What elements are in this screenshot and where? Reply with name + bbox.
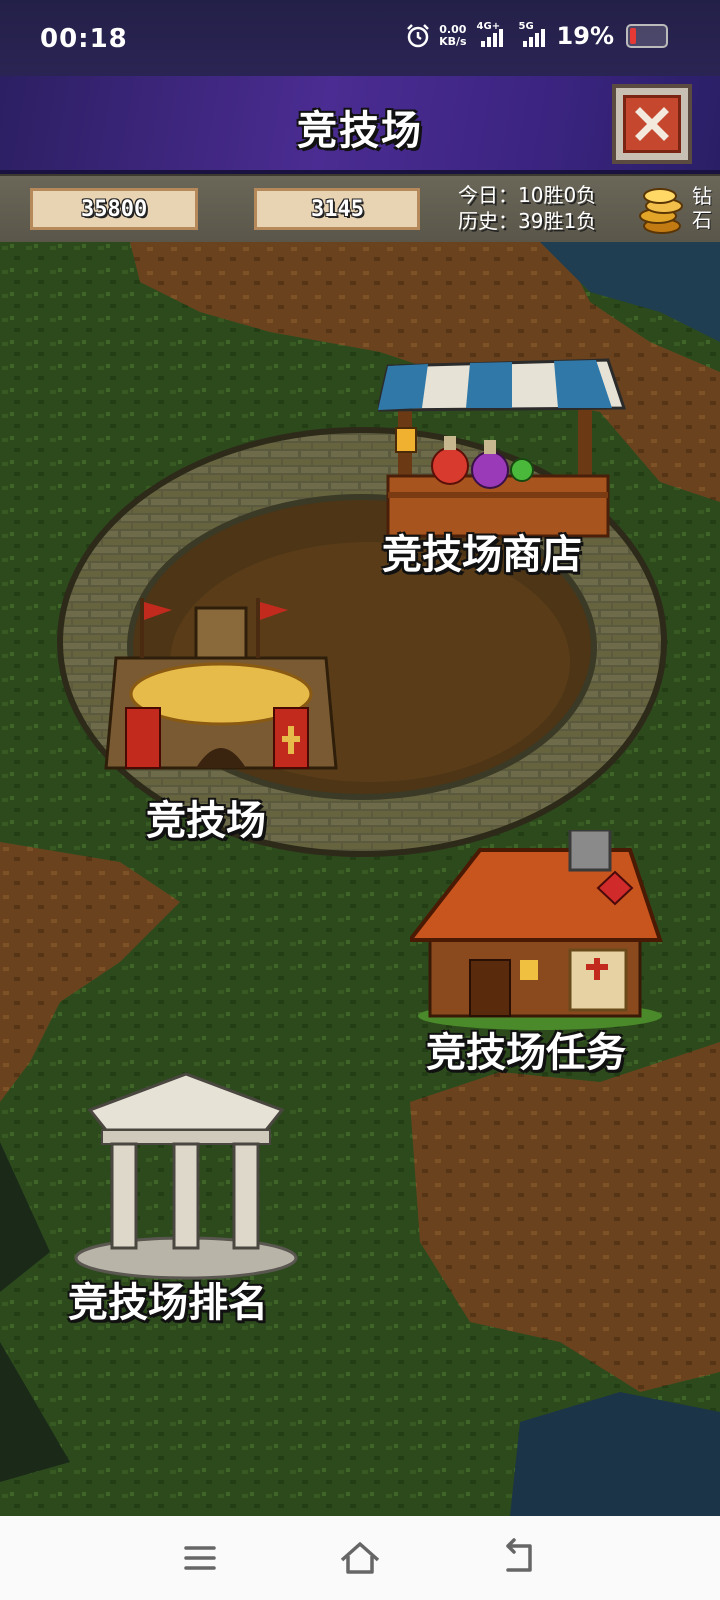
battery-icon bbox=[626, 24, 668, 48]
arena-shop[interactable]: 竞技场商店 bbox=[376, 346, 628, 586]
currency-label: 钻石 bbox=[692, 184, 712, 232]
gold-coins-icon bbox=[639, 188, 683, 234]
close-button[interactable] bbox=[612, 84, 692, 164]
win-loss-record: 今日：10胜0负 历史：39胜1负 bbox=[458, 182, 596, 234]
quest-house-icon bbox=[405, 828, 663, 1030]
arena-map: 竞技场商店 竞技场 竞技场任务 竞技场排名 bbox=[0, 242, 720, 1516]
signal-icon-2: 5G bbox=[519, 21, 545, 47]
shield-value: 35800 bbox=[81, 197, 148, 222]
battery-fill bbox=[630, 28, 636, 44]
arena-icon bbox=[104, 598, 338, 770]
medal-value: 3145 bbox=[311, 197, 364, 222]
sim1-tag: 4G+ bbox=[476, 21, 501, 32]
system-nav-bar bbox=[0, 1516, 720, 1600]
arena-quests-label: 竞技场任务 bbox=[426, 1030, 626, 1076]
net-speed: 0.00 KB/s bbox=[439, 24, 466, 48]
back-icon[interactable] bbox=[498, 1538, 542, 1578]
history-record: 历史：39胜1负 bbox=[458, 209, 597, 233]
arena-ranking[interactable]: 竞技场排名 bbox=[66, 1070, 306, 1330]
status-time: 00:18 bbox=[40, 24, 128, 54]
arena-building-label: 竞技场 bbox=[146, 798, 266, 844]
status-indicators: 0.00 KB/s 4G+ 5G 19% bbox=[405, 21, 668, 50]
status-bar: 00:18 0.00 KB/s 4G+ 5G 19% bbox=[0, 0, 720, 76]
market-stall-icon bbox=[376, 358, 627, 538]
net-speed-unit: KB/s bbox=[439, 35, 467, 48]
close-icon bbox=[623, 95, 681, 153]
arena-quests[interactable]: 竞技场任务 bbox=[405, 828, 670, 1080]
title-bar: 竞技场 bbox=[0, 76, 720, 174]
arena-building[interactable]: 竞技场 bbox=[96, 588, 346, 844]
sim2-tag: 5G bbox=[518, 21, 534, 32]
arena-shop-label: 竞技场商店 bbox=[382, 532, 582, 578]
menu-icon[interactable] bbox=[178, 1538, 222, 1578]
shield-resource: 35800 bbox=[30, 188, 198, 230]
alarm-icon bbox=[407, 24, 429, 48]
home-icon[interactable] bbox=[338, 1538, 382, 1578]
temple-icon bbox=[74, 1072, 298, 1280]
medal-resource: 3145 bbox=[254, 188, 420, 230]
arena-ranking-label: 竞技场排名 bbox=[68, 1280, 268, 1326]
resource-bar: 35800 3145 今日：10胜0负 历史：39胜1负 钻石 bbox=[0, 174, 720, 416]
battery-percent: 19% bbox=[556, 22, 614, 50]
signal-icon: 4G+ bbox=[477, 21, 503, 47]
today-record: 今日：10胜0负 bbox=[458, 183, 597, 207]
